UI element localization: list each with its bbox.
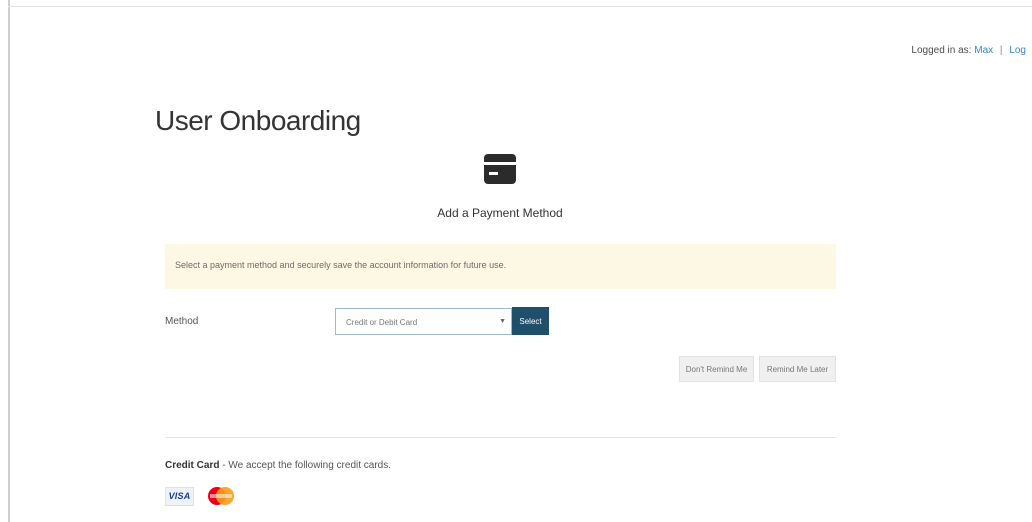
dont-remind-button[interactable]: Don't Remind Me	[679, 356, 754, 382]
payment-method-selected: Credit or Debit Card	[346, 318, 418, 327]
mastercard-logo	[207, 485, 235, 507]
logged-in-prefix: Logged in as:	[911, 45, 972, 56]
info-message: Select a payment method and securely sav…	[175, 260, 507, 270]
login-status: Logged in as: Max | Log	[911, 45, 1026, 56]
step-label: Add a Payment Method	[437, 206, 563, 220]
page-title: User Onboarding	[155, 105, 361, 136]
method-label: Method	[165, 316, 199, 327]
username-link[interactable]: Max	[974, 45, 993, 56]
window-top-edge	[8, 6, 1032, 7]
window-left-edge	[8, 0, 10, 522]
select-button[interactable]: Select	[512, 307, 549, 335]
logout-link[interactable]: Log	[1009, 45, 1026, 56]
credit-card-description: - We accept the following credit cards.	[222, 460, 392, 471]
credit-card-icon	[484, 154, 516, 184]
visa-logo: VISA	[165, 487, 194, 506]
header-separator: |	[999, 45, 1003, 56]
section-divider	[165, 437, 836, 438]
credit-card-heading: Credit Card - We accept the following cr…	[165, 460, 391, 471]
info-alert: Select a payment method and securely sav…	[165, 244, 836, 289]
chevron-down-icon: ▼	[499, 318, 506, 325]
payment-method-select[interactable]: Credit or Debit Card ▼	[335, 308, 512, 335]
remind-later-button[interactable]: Remind Me Later	[759, 356, 836, 382]
credit-card-title: Credit Card	[165, 460, 220, 471]
